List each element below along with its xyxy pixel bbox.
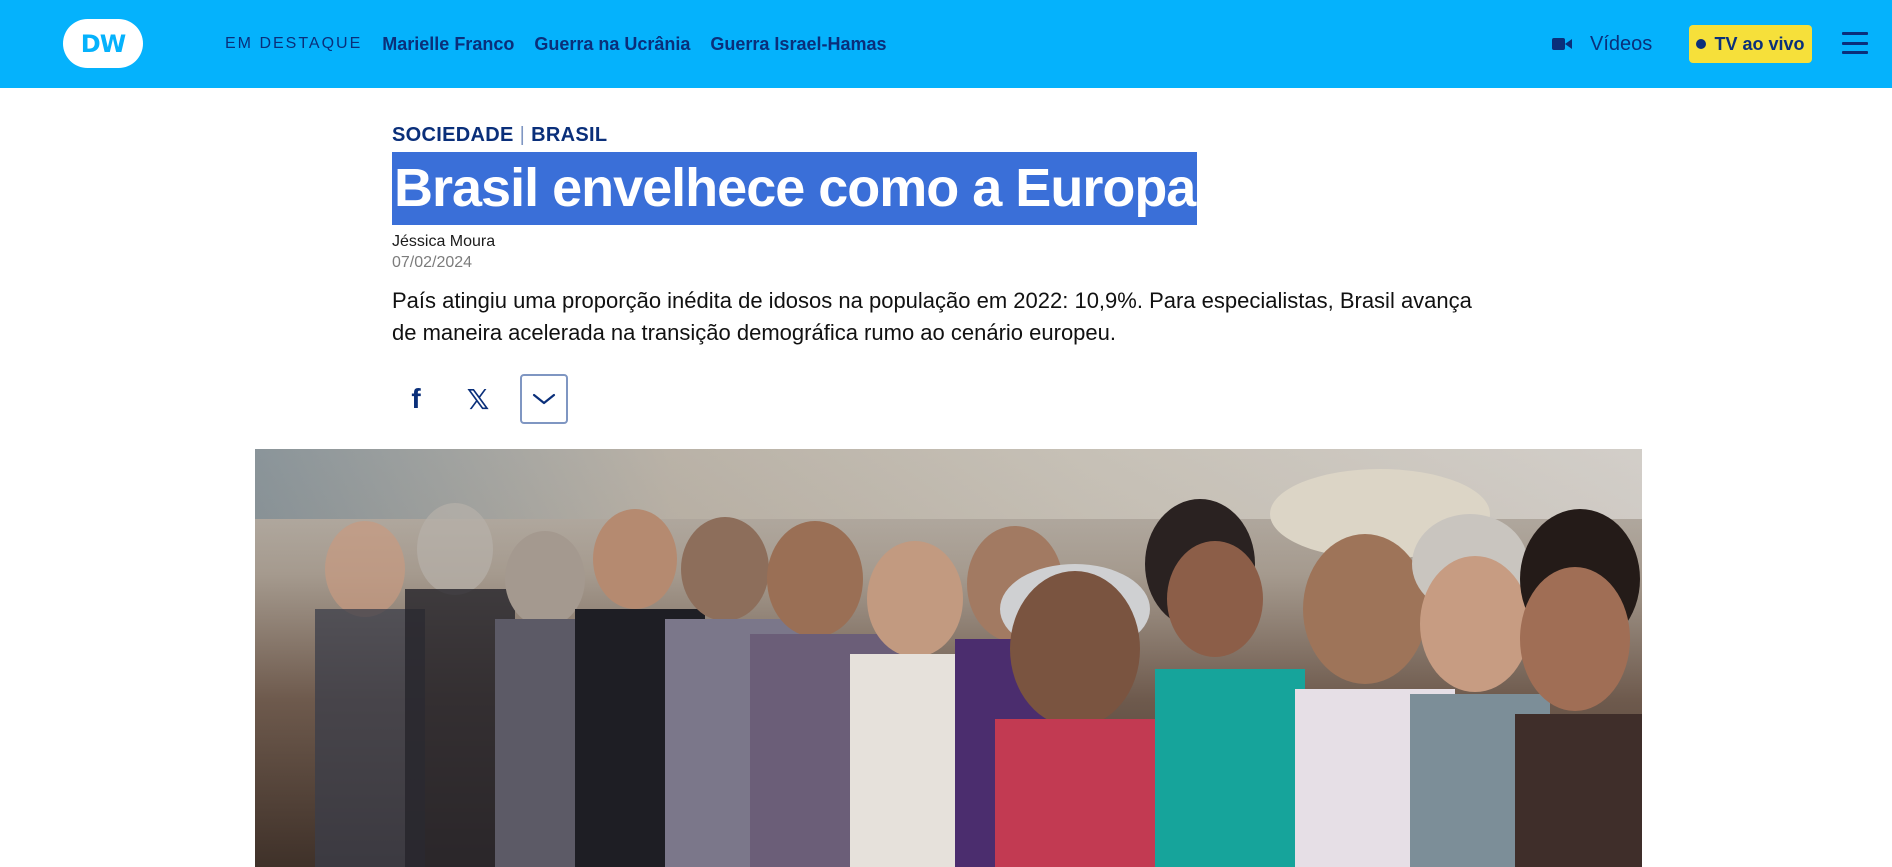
- article-kicker: SOCIEDADE | BRASIL: [392, 124, 607, 147]
- article-author[interactable]: Jéssica Moura: [392, 233, 495, 251]
- videos-link[interactable]: Vídeos: [1552, 0, 1652, 88]
- photo-people-illustration: [315, 469, 1642, 867]
- more-share-options-button[interactable]: [520, 374, 568, 424]
- highlight-label: EM DESTAQUE: [225, 35, 363, 52]
- videos-label: Vídeos: [1590, 32, 1653, 55]
- share-bar: f 𝕏: [392, 374, 568, 424]
- highlight-nav: EM DESTAQUE Marielle Franco Guerra na Uc…: [225, 0, 887, 88]
- chevron-down-icon: [532, 393, 556, 405]
- logo-text: DW: [80, 29, 126, 58]
- nav-link-guerra-israel-hamas[interactable]: Guerra Israel-Hamas: [710, 34, 886, 55]
- dw-logo[interactable]: DW: [63, 19, 143, 68]
- video-camera-icon: [1552, 37, 1572, 51]
- live-dot-icon: [1696, 39, 1707, 49]
- kicker-separator: |: [519, 124, 526, 146]
- facebook-share-icon[interactable]: f: [392, 374, 440, 424]
- article-date: 07/02/2024: [392, 254, 473, 271]
- tv-live-button[interactable]: TV ao vivo: [1689, 25, 1812, 63]
- nav-link-marielle-franco[interactable]: Marielle Franco: [382, 34, 514, 55]
- article-teaser: País atingiu uma proporção inédita de id…: [392, 288, 1472, 345]
- category-link[interactable]: SOCIEDADE: [392, 124, 514, 146]
- region-link[interactable]: BRASIL: [531, 124, 607, 146]
- top-navigation-bar: DW EM DESTAQUE Marielle Franco Guerra na…: [0, 0, 1892, 88]
- menu-icon[interactable]: [1842, 32, 1868, 54]
- tv-live-label: TV ao vivo: [1714, 33, 1805, 54]
- nav-link-guerra-ucrania[interactable]: Guerra na Ucrânia: [534, 34, 690, 55]
- article-title: Brasil envelhece como a Europa: [392, 152, 1198, 225]
- hero-image: [255, 449, 1642, 867]
- x-share-icon[interactable]: 𝕏: [454, 374, 502, 424]
